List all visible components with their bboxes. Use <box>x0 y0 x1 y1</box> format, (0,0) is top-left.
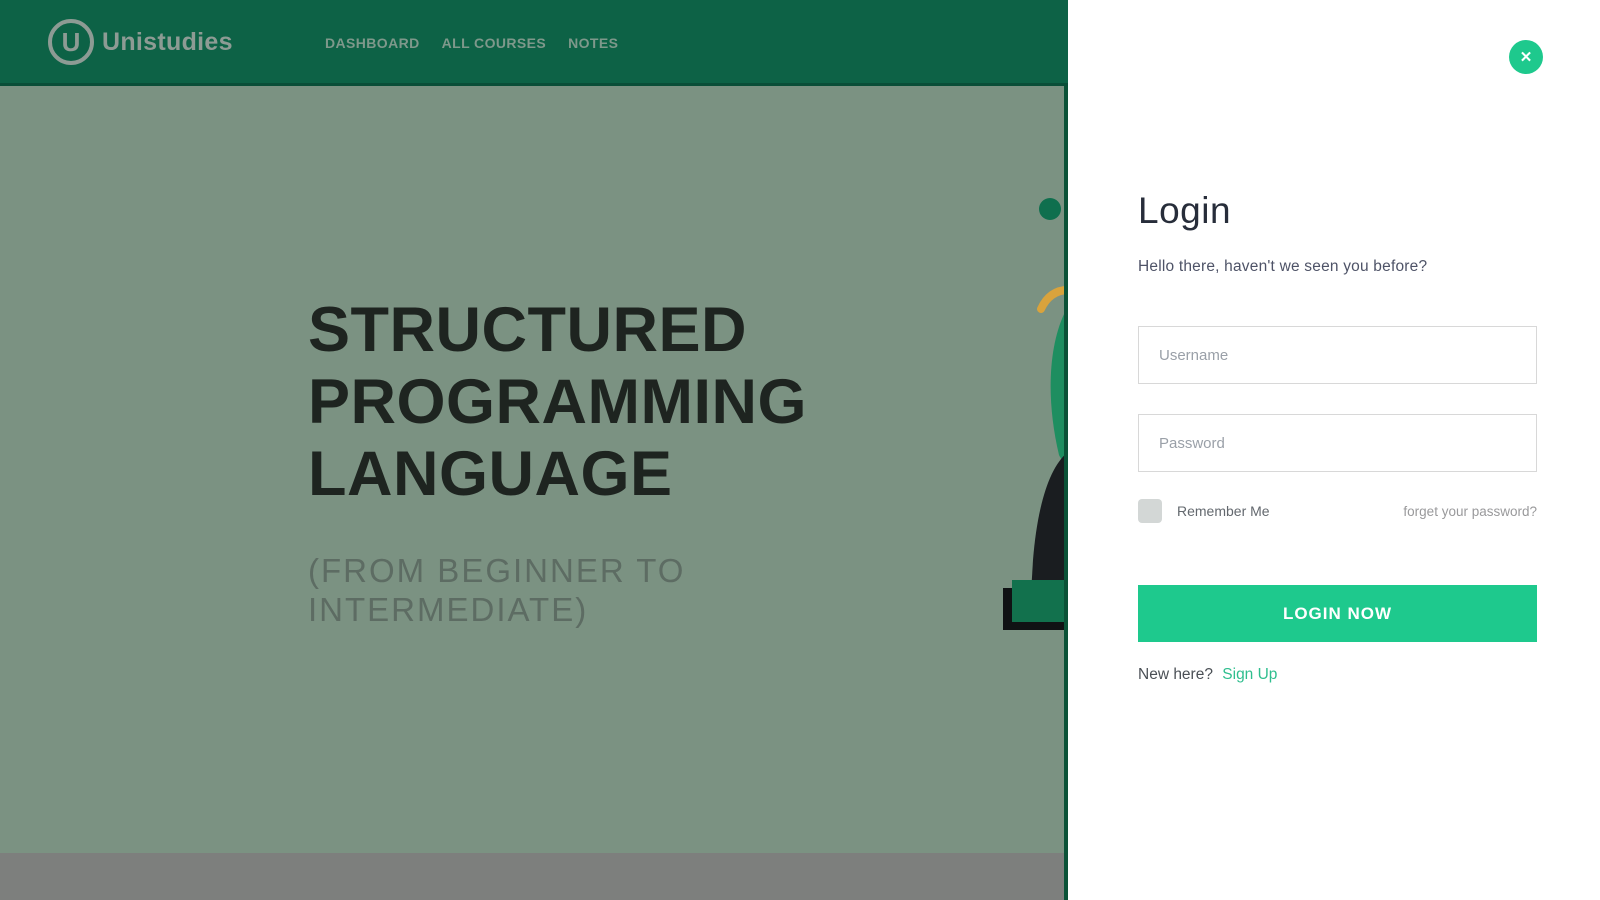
close-button[interactable]: ✕ <box>1509 40 1543 74</box>
top-navbar: U Unistudies DASHBOARD ALL COURSES NOTES <box>0 0 1068 86</box>
remember-me-label: Remember Me <box>1177 503 1270 519</box>
signup-link[interactable]: Sign Up <box>1222 666 1277 683</box>
login-title: Login <box>1138 190 1232 231</box>
close-icon: ✕ <box>1519 48 1533 66</box>
person-silhouette <box>1031 452 1068 594</box>
username-input[interactable] <box>1138 326 1537 384</box>
podium-shape <box>1012 580 1068 622</box>
password-input[interactable] <box>1138 414 1537 472</box>
remember-row: Remember Me forget your password? <box>1138 498 1537 524</box>
course-subtitle: (FROM BEGINNER TO INTERMEDIATE) <box>308 552 686 628</box>
course-title-line: STRUCTURED <box>308 295 747 365</box>
signup-row: New here? Sign Up <box>1138 666 1277 684</box>
forgot-password-link[interactable]: forget your password? <box>1403 504 1537 519</box>
nav-item-notes[interactable]: NOTES <box>568 35 618 51</box>
login-panel: ✕ Login Hello there, haven't we seen you… <box>1068 0 1600 900</box>
remember-me-checkbox[interactable] <box>1138 499 1162 523</box>
nav-item-dashboard[interactable]: DASHBOARD <box>325 35 420 51</box>
course-title: STRUCTURED PROGRAMMING LANGUAGE <box>308 294 807 510</box>
footer-bar <box>0 853 1068 900</box>
decor-dot-icon <box>1039 198 1061 220</box>
brand-logo[interactable]: U Unistudies <box>48 19 233 65</box>
unistudies-logo-icon: U <box>48 19 94 65</box>
page: STRUCTURED PROGRAMMING LANGUAGE (FROM BE… <box>0 0 1600 900</box>
course-title-line: PROGRAMMING <box>308 367 807 437</box>
login-now-button[interactable]: LOGIN NOW <box>1138 585 1537 642</box>
nav-item-all-courses[interactable]: ALL COURSES <box>442 35 547 51</box>
course-title-line: LANGUAGE <box>308 439 673 509</box>
login-subtitle: Hello there, haven't we seen you before? <box>1138 258 1428 275</box>
main-nav: DASHBOARD ALL COURSES NOTES <box>325 0 618 86</box>
brand-name: Unistudies <box>102 27 233 56</box>
hero-section: STRUCTURED PROGRAMMING LANGUAGE (FROM BE… <box>0 0 1068 900</box>
signup-prompt: New here? <box>1138 666 1213 683</box>
